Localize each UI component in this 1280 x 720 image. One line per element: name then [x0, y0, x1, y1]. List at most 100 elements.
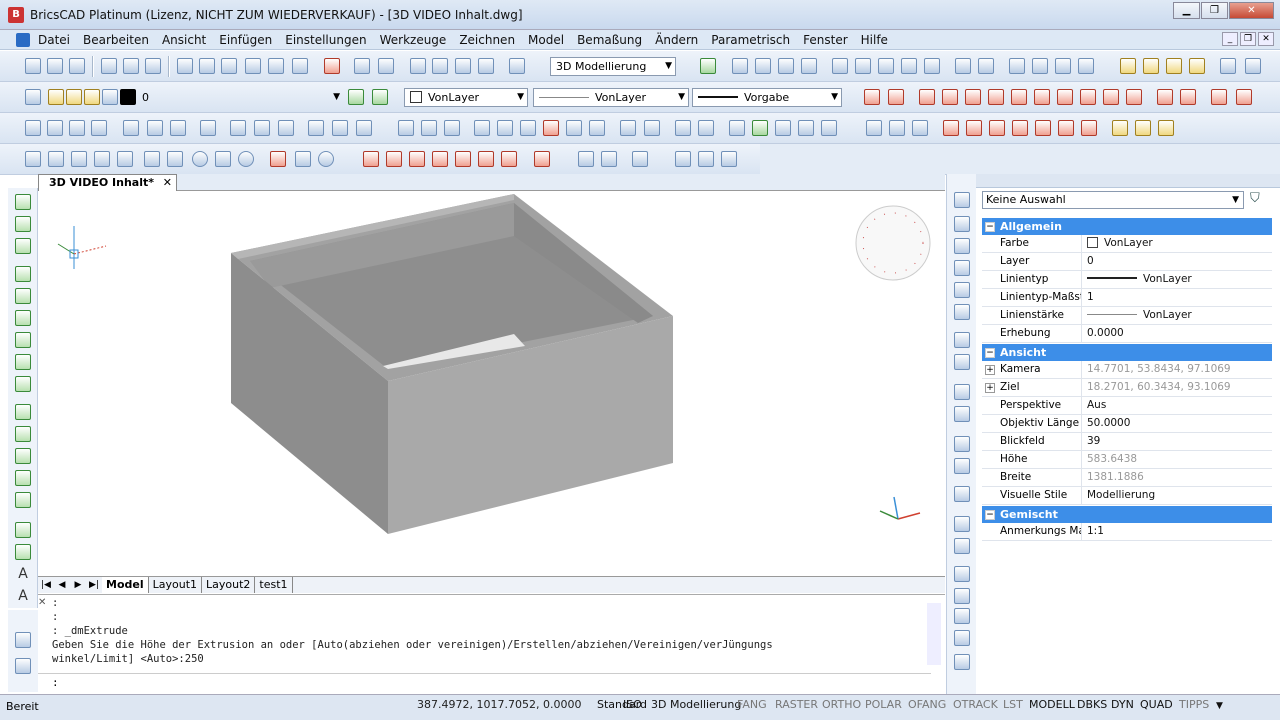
menu-bemassung[interactable]: Bemaßung: [577, 33, 642, 47]
layer-freeze-icon[interactable]: [1189, 58, 1205, 74]
close-icon[interactable]: ✕: [38, 597, 46, 608]
snap-endpoint-icon[interactable]: [864, 89, 880, 105]
zoom-out-icon[interactable]: [755, 58, 771, 74]
ellipse-icon[interactable]: [15, 354, 31, 370]
snap-node-icon[interactable]: [942, 89, 958, 105]
property-row-linientyp-massstab[interactable]: Linientyp-Maßstab 1: [982, 289, 1272, 307]
status-menu-arrow-icon[interactable]: ▼: [1216, 701, 1223, 711]
menu-fenster[interactable]: Fenster: [803, 33, 848, 47]
group-header-ansicht[interactable]: − Ansicht: [982, 343, 1272, 361]
parametric-coincident-icon[interactable]: [889, 120, 905, 136]
extrude-face-icon[interactable]: [474, 120, 490, 136]
separate-icon[interactable]: [644, 120, 660, 136]
collapse-icon[interactable]: −: [985, 348, 995, 358]
zoom-extents-icon[interactable]: [801, 58, 817, 74]
property-row-kamera[interactable]: + Kamera 14.7701, 53.8434, 97.1069: [982, 361, 1272, 379]
chamfer-edges-icon[interactable]: [752, 120, 768, 136]
render-window-icon[interactable]: [270, 151, 286, 167]
model-viewport[interactable]: [38, 191, 945, 576]
fillet-icon[interactable]: [954, 516, 970, 532]
gouraud-edges-icon[interactable]: [167, 151, 183, 167]
layer-color-swatch-icon[interactable]: [120, 89, 136, 105]
property-row-linienstaerke[interactable]: Linienstärke VonLayer: [982, 307, 1272, 325]
materials-icon[interactable]: [238, 151, 254, 167]
multiline-text-icon[interactable]: A: [15, 566, 31, 582]
stretch-icon[interactable]: [954, 282, 970, 298]
lightbulb-icon[interactable]: [48, 89, 64, 105]
tool-palettes-icon[interactable]: [455, 58, 471, 74]
break-icon[interactable]: [954, 436, 970, 452]
snap-midpoint-icon[interactable]: [888, 89, 904, 105]
hatch-icon[interactable]: [15, 404, 31, 420]
command-scrollbar[interactable]: [927, 603, 941, 665]
camera-icon[interactable]: [901, 58, 917, 74]
layout-check-icon[interactable]: [698, 151, 714, 167]
expand-icon[interactable]: +: [985, 383, 995, 393]
tab-layout2[interactable]: Layout2: [202, 577, 256, 593]
wireframe-icon[interactable]: [48, 151, 64, 167]
new-file-icon[interactable]: [25, 58, 41, 74]
document-menu-icon[interactable]: [16, 32, 30, 47]
menu-datei[interactable]: Datei: [38, 33, 70, 47]
snap-intersection-icon[interactable]: [988, 89, 1004, 105]
region-icon[interactable]: [15, 426, 31, 442]
bim-section-icon[interactable]: [501, 151, 517, 167]
dm-rotate-icon[interactable]: [821, 120, 837, 136]
divide-icon[interactable]: [954, 608, 970, 624]
lineweight-select[interactable]: Vorgabe ▼: [692, 88, 842, 107]
print-preview-icon[interactable]: [123, 58, 139, 74]
status-workspace[interactable]: 3D Modellierung: [651, 698, 741, 711]
previous-tab-icon[interactable]: ◀: [54, 580, 70, 590]
revolve-icon[interactable]: [254, 120, 270, 136]
bim-door-icon[interactable]: [455, 151, 471, 167]
line-icon[interactable]: [15, 194, 31, 210]
boundary-icon[interactable]: [15, 448, 31, 464]
property-row-erhebung[interactable]: Erhebung 0.0000: [982, 325, 1272, 343]
save-icon[interactable]: [69, 58, 85, 74]
parametric-distance-icon[interactable]: [1058, 120, 1074, 136]
revision-cloud-icon[interactable]: [15, 470, 31, 486]
hidden-icon[interactable]: [71, 151, 87, 167]
command-options-icon[interactable]: [15, 658, 31, 674]
minimize-button[interactable]: ▁: [1173, 2, 1200, 19]
layout-grid-icon[interactable]: [675, 151, 691, 167]
quick-select-icon[interactable]: [292, 58, 308, 74]
status-ducs-toggle[interactable]: DBKS: [1077, 698, 1107, 711]
property-row-layer[interactable]: Layer 0: [982, 253, 1272, 271]
snap-none-icon[interactable]: [1236, 89, 1252, 105]
design-center-icon[interactable]: [432, 58, 448, 74]
property-row-breite[interactable]: Breite 1381.1886: [982, 469, 1272, 487]
bim-wall-icon[interactable]: [386, 151, 402, 167]
3d-orbit-icon[interactable]: [955, 58, 971, 74]
offset-face-icon[interactable]: [520, 120, 536, 136]
cone-icon[interactable]: [91, 120, 107, 136]
explode-icon[interactable]: [954, 538, 970, 554]
3d-isometric-icon[interactable]: [601, 151, 617, 167]
copy-object-icon[interactable]: [954, 216, 970, 232]
redo-icon[interactable]: [378, 58, 394, 74]
polyline-icon[interactable]: [15, 216, 31, 232]
quick-select-filter-icon[interactable]: ⛉: [1250, 191, 1260, 206]
array-icon[interactable]: [954, 304, 970, 320]
parametric-angle-icon[interactable]: [1081, 120, 1097, 136]
find-icon[interactable]: [1055, 58, 1071, 74]
dm-move-icon[interactable]: [798, 120, 814, 136]
walk-icon[interactable]: [978, 58, 994, 74]
property-row-farbe[interactable]: Farbe VonLayer: [982, 235, 1272, 253]
expand-icon[interactable]: +: [985, 365, 995, 375]
dimension-constraint-icon[interactable]: [1135, 120, 1151, 136]
rectangle-icon[interactable]: [15, 238, 31, 254]
sun-light-icon[interactable]: [318, 151, 334, 167]
slice-icon[interactable]: [332, 120, 348, 136]
status-osnap-toggle[interactable]: OFANG: [908, 698, 946, 711]
doc-restore-button[interactable]: ❐: [1240, 32, 1256, 46]
group-header-allgemein[interactable]: − Allgemein: [982, 217, 1272, 235]
sheet-set-icon[interactable]: [1220, 58, 1236, 74]
donut-icon[interactable]: [15, 522, 31, 538]
layer-previous-icon[interactable]: [1143, 58, 1159, 74]
pan-icon[interactable]: [832, 58, 848, 74]
help-icon[interactable]: [509, 58, 525, 74]
cylinder-icon[interactable]: [123, 120, 139, 136]
regenerate-icon[interactable]: [700, 58, 716, 74]
lengthen-icon[interactable]: [954, 566, 970, 582]
